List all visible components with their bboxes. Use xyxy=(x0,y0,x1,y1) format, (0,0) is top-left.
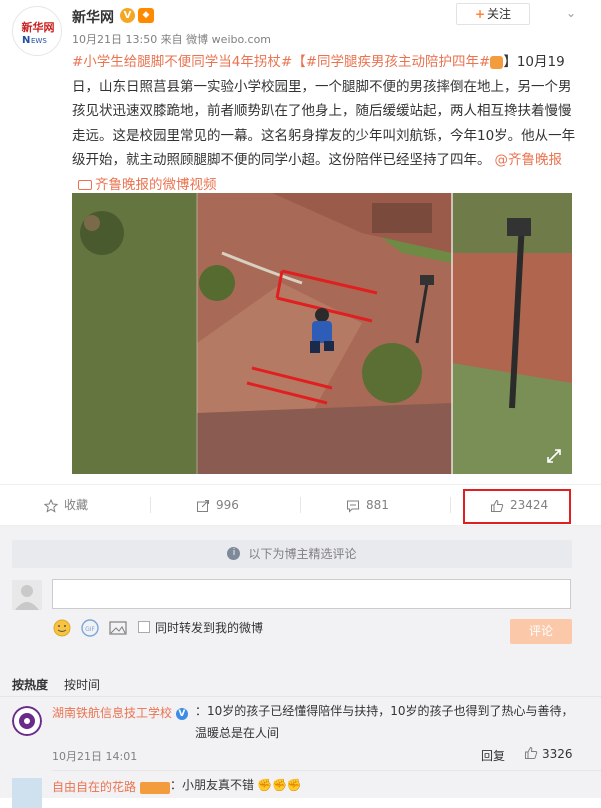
curated-comments-notice: i 以下为博主精选评论 xyxy=(12,540,572,568)
gif-icon[interactable]: GIF xyxy=(80,618,100,638)
fire-icon xyxy=(490,55,504,69)
commenter-name-text: 湖南铁航信息技工学校 xyxy=(52,706,173,720)
comment-like-button[interactable]: 3326 xyxy=(524,746,573,761)
weibo-post-card: 新华网 N EWS 新华网 V ◆ 10月21日 13:50 来自 微博 wei… xyxy=(0,0,601,808)
comment-like-count: 3326 xyxy=(542,747,573,761)
svg-text:GIF: GIF xyxy=(85,626,95,633)
comment-time: 10月21日 14:01 xyxy=(52,750,138,763)
comment-icon xyxy=(347,500,359,513)
expand-icon[interactable] xyxy=(546,448,562,464)
verified-icon: V xyxy=(175,707,188,720)
divider xyxy=(52,770,601,771)
commenter-name[interactable]: 湖南铁航信息技工学校 V xyxy=(52,704,188,721)
emoji-icon[interactable] xyxy=(52,618,72,638)
like-highlight-annotation xyxy=(463,489,571,524)
comment-text: ：10岁的孩子已经懂得陪伴与扶持，10岁的孩子也得到了热心与善待，温暖总是在人间 xyxy=(195,704,574,740)
comment-sort: 按热度 按时间 xyxy=(12,676,116,693)
notice-text: 以下为博主精选评论 xyxy=(248,547,357,561)
follow-label: 关注 xyxy=(487,7,512,21)
repost-count: 996 xyxy=(216,498,239,512)
submit-comment-button[interactable]: 评论 xyxy=(510,619,572,644)
title-end: 】 xyxy=(503,54,517,70)
comment-text-content: ：小朋友真不错 xyxy=(170,778,255,792)
divider xyxy=(0,696,601,697)
chevron-down-icon[interactable]: ⌄ xyxy=(560,6,582,22)
my-avatar xyxy=(12,580,42,610)
commenter-avatar[interactable] xyxy=(12,706,42,736)
comment-input[interactable] xyxy=(52,579,571,609)
follow-button[interactable]: + 关注 xyxy=(456,3,530,25)
image-icon[interactable] xyxy=(108,618,128,638)
topic-link-1[interactable]: #小学生给腿脚不便同学当4年拐杖# xyxy=(72,54,292,70)
comment-count: 881 xyxy=(366,498,389,512)
thumbs-up-emoji-icon: ✊✊✊ xyxy=(257,778,302,792)
sync-repost-label: 同时转发到我的微博 xyxy=(155,621,264,635)
thumbs-up-icon xyxy=(525,746,538,759)
post-body: 10月19日，山东日照莒县第一实验小学校园里，一个腿脚不便的男孩摔倒在地上，另一… xyxy=(72,54,576,168)
favorite-button[interactable]: 收藏 xyxy=(43,485,89,525)
author-name[interactable]: 新华网 xyxy=(72,7,114,27)
svg-text:新华网: 新华网 xyxy=(22,20,55,34)
commenter-name[interactable]: 自由自在的花路 xyxy=(52,778,170,795)
comment-count-button[interactable]: 881 xyxy=(346,485,389,525)
author-avatar[interactable]: 新华网 N EWS xyxy=(12,6,62,56)
repost-button[interactable]: 996 xyxy=(196,485,239,525)
member-level-icon: ◆ xyxy=(138,8,154,23)
video-icon xyxy=(78,179,92,190)
sync-repost-checkbox[interactable] xyxy=(138,621,150,633)
info-icon: i xyxy=(227,547,241,560)
reply-button[interactable]: 回复 xyxy=(481,747,505,764)
mention-link[interactable]: @齐鲁晚报 xyxy=(495,152,563,168)
plus-icon: + xyxy=(474,7,486,21)
verified-icon: V xyxy=(120,8,135,23)
comment-text: ：小朋友真不错 ✊✊✊ xyxy=(170,774,302,796)
svg-text:EWS: EWS xyxy=(31,37,47,45)
favorite-label: 收藏 xyxy=(64,498,89,512)
member-icon xyxy=(139,781,170,794)
video-link[interactable]: 齐鲁晚报的微博视频 xyxy=(95,177,217,193)
title-prefix[interactable]: 【#同学腿疾男孩主动陪护四年# xyxy=(292,54,490,70)
repost-icon xyxy=(197,499,209,512)
post-meta: 10月21日 13:50 来自 微博 weibo.com xyxy=(72,33,272,46)
post-video[interactable] xyxy=(72,193,572,474)
commenter-name-text: 自由自在的花路 xyxy=(52,780,137,794)
sort-by-time[interactable]: 按时间 xyxy=(64,678,100,692)
star-icon xyxy=(43,498,59,513)
svg-text:N: N xyxy=(22,35,30,46)
sort-by-hot[interactable]: 按热度 xyxy=(12,678,48,692)
commenter-avatar[interactable] xyxy=(12,778,42,808)
post-text: #小学生给腿脚不便同学当4年拐杖#【#同学腿疾男孩主动陪护四年# 】10月19日，… xyxy=(72,50,582,197)
